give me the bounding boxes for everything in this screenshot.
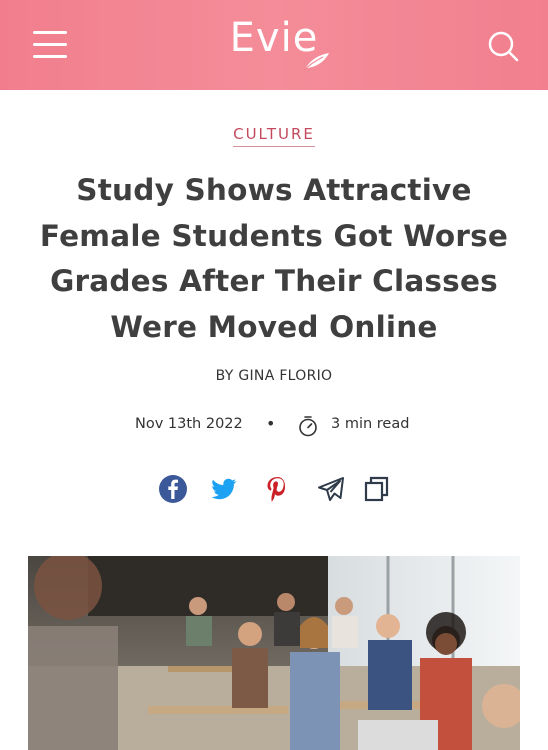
facebook-icon[interactable] [158, 474, 188, 504]
classroom-photo [28, 556, 520, 750]
copy-icon[interactable] [362, 474, 392, 504]
twitter-icon[interactable] [208, 474, 238, 504]
article-title: Study Shows Attractive Female Students G… [39, 173, 509, 344]
stopwatch-icon [299, 416, 317, 437]
pinterest-icon[interactable] [262, 474, 292, 504]
leaf-icon [302, 53, 329, 72]
hero-image [28, 556, 520, 750]
author-byline: BY GINA FLORIO [215, 368, 333, 384]
telegram-icon[interactable] [316, 474, 346, 504]
search-icon[interactable] [486, 29, 520, 63]
read-time: 3 min read [331, 416, 410, 432]
site-header: Evie [0, 0, 548, 90]
category-link[interactable]: CULTURE [233, 125, 315, 147]
publish-date: Nov 13th 2022 [135, 416, 243, 432]
article-meta: Nov 13th 2022 • 3 min read [0, 414, 548, 438]
category-tag: CULTURE [0, 124, 548, 147]
meta-separator: • [266, 414, 276, 433]
site-logo[interactable]: Evie [0, 12, 548, 78]
